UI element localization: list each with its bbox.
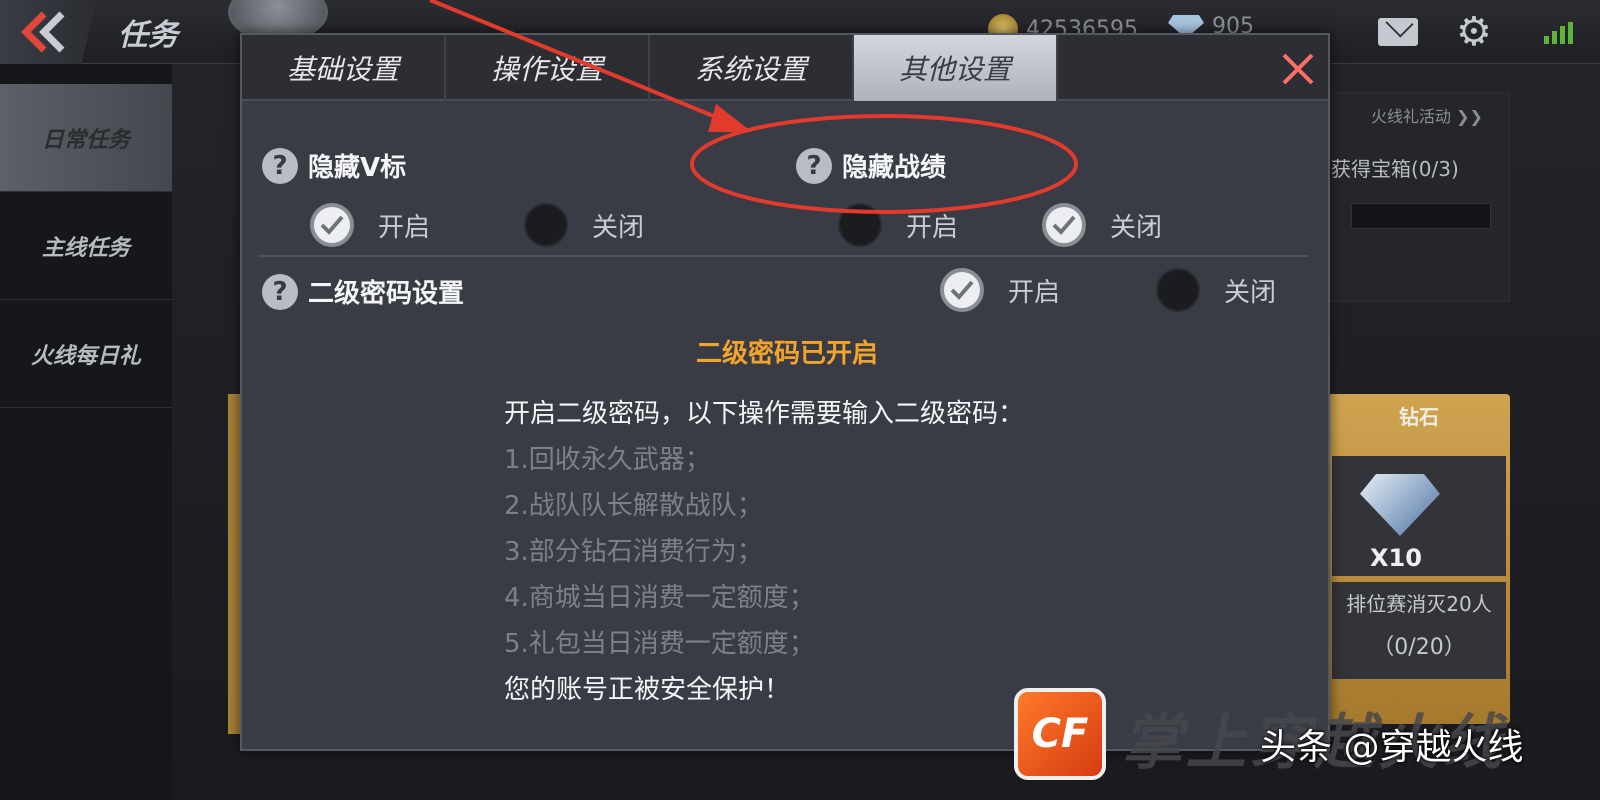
activity-card: 火线礼活动 ❯❯ 获得宝箱(0/3): [1320, 92, 1510, 302]
reward-body: X10: [1332, 456, 1506, 576]
back-arrow-icon: [21, 11, 65, 53]
hide-record-off-label: 关闭: [1110, 212, 1163, 243]
checkmark-icon: [950, 280, 974, 300]
secondary-password-on-radio[interactable]: [940, 268, 984, 312]
reward-description: 排位赛消灭20人: [1332, 582, 1506, 623]
reward-card[interactable]: 钻石 X10 排位赛消灭20人 （0/20）: [1328, 394, 1510, 724]
secondary-password-off-radio[interactable]: [1156, 268, 1200, 312]
tab-control-settings[interactable]: 操作设置: [446, 35, 650, 101]
help-icon[interactable]: ?: [262, 147, 298, 184]
password-status: 二级密码已开启: [695, 339, 878, 369]
chest-progress-bar: [1351, 203, 1491, 229]
reward-header: 钻石: [1399, 405, 1439, 429]
hide-record-setting: ? 隐藏战绩: [796, 147, 946, 184]
nav-item-main-tasks[interactable]: 主线任务: [0, 192, 172, 300]
hide-record-on-label: 开启: [906, 212, 959, 243]
password-info-lead: 开启二级密码，以下操作需要输入二级密码：: [504, 399, 1025, 429]
chest-progress: 获得宝箱(0/3): [1331, 157, 1459, 181]
secondary-password-label: 二级密码设置: [308, 279, 465, 309]
hide-record-off-radio[interactable]: [1042, 203, 1086, 247]
help-icon[interactable]: ?: [796, 147, 832, 184]
help-icon[interactable]: ?: [262, 273, 298, 310]
hide-v-on-label: 开启: [378, 212, 431, 243]
gear-icon[interactable]: ⚙: [1456, 12, 1492, 52]
hide-v-on-option[interactable]: 开启: [310, 203, 430, 247]
password-info-item: 3.部分钻石消费行为；: [504, 537, 763, 567]
close-icon[interactable]: [1278, 49, 1318, 89]
secondary-password-on-label: 开启: [1008, 277, 1061, 308]
tab-system-settings[interactable]: 系统设置: [650, 35, 854, 101]
hide-v-setting: ? 隐藏V标: [262, 147, 406, 184]
nav-item-daily-gift[interactable]: 火线每日礼: [0, 300, 172, 408]
checkmark-icon: [1052, 215, 1076, 235]
hide-v-off-radio[interactable]: [524, 203, 568, 247]
settings-tabs: 基础设置 操作设置 系统设置 其他设置: [242, 35, 1328, 101]
watermark-credit: 头条 @穿越火线: [1260, 727, 1524, 768]
secondary-password-off-label: 关闭: [1224, 277, 1277, 308]
reward-progress: （0/20）: [1332, 623, 1506, 679]
watermark: CF 掌上穿越火线 头条 @穿越火线: [1014, 688, 1600, 800]
password-info-item: 1.回收永久武器；: [504, 445, 711, 475]
back-button[interactable]: [0, 0, 96, 64]
hide-record-on-radio[interactable]: [838, 203, 882, 247]
secondary-password-on-option[interactable]: 开启: [940, 268, 1060, 312]
password-info-item: 2.战队队长解散战队；: [504, 491, 763, 521]
divider: [258, 255, 1308, 257]
signal-icon: [1544, 22, 1573, 44]
hide-record-label: 隐藏战绩: [842, 153, 947, 183]
nav-item-daily-tasks[interactable]: 日常任务: [0, 84, 172, 192]
hide-v-off-label: 关闭: [592, 212, 645, 243]
left-nav: 日常任务 主线任务 火线每日礼: [0, 84, 172, 800]
hide-record-on-option[interactable]: 开启: [838, 203, 958, 247]
tab-basic-settings[interactable]: 基础设置: [242, 35, 446, 101]
hide-v-label: 隐藏V标: [308, 153, 407, 183]
checkmark-icon: [320, 215, 344, 235]
secondary-password-setting: ? 二级密码设置: [262, 273, 464, 310]
diamond-icon: [1360, 474, 1440, 536]
activity-link[interactable]: 火线礼活动 ❯❯: [1371, 103, 1483, 127]
password-info: 开启二级密码，以下操作需要输入二级密码： 1.回收永久武器； 2.战队队长解散战…: [504, 391, 1024, 713]
reward-count: X10: [1370, 544, 1422, 572]
tab-other-settings[interactable]: 其他设置: [854, 35, 1058, 101]
hide-record-off-option[interactable]: 关闭: [1042, 203, 1162, 247]
cf-logo: CF: [1014, 688, 1106, 780]
settings-dialog: 基础设置 操作设置 系统设置 其他设置 ? 隐藏V标 开启 关闭 ? 隐藏战绩 …: [240, 33, 1330, 751]
page-title: 任务: [118, 18, 178, 53]
password-info-item: 5.礼包当日消费一定额度；: [504, 629, 815, 659]
password-info-footer: 您的账号正被安全保护！: [504, 675, 791, 705]
hide-v-on-radio[interactable]: [310, 203, 354, 247]
secondary-password-off-option[interactable]: 关闭: [1156, 268, 1276, 312]
mail-icon[interactable]: [1378, 18, 1418, 46]
hide-v-off-option[interactable]: 关闭: [524, 203, 644, 247]
password-info-item: 4.商城当日消费一定额度；: [504, 583, 815, 613]
